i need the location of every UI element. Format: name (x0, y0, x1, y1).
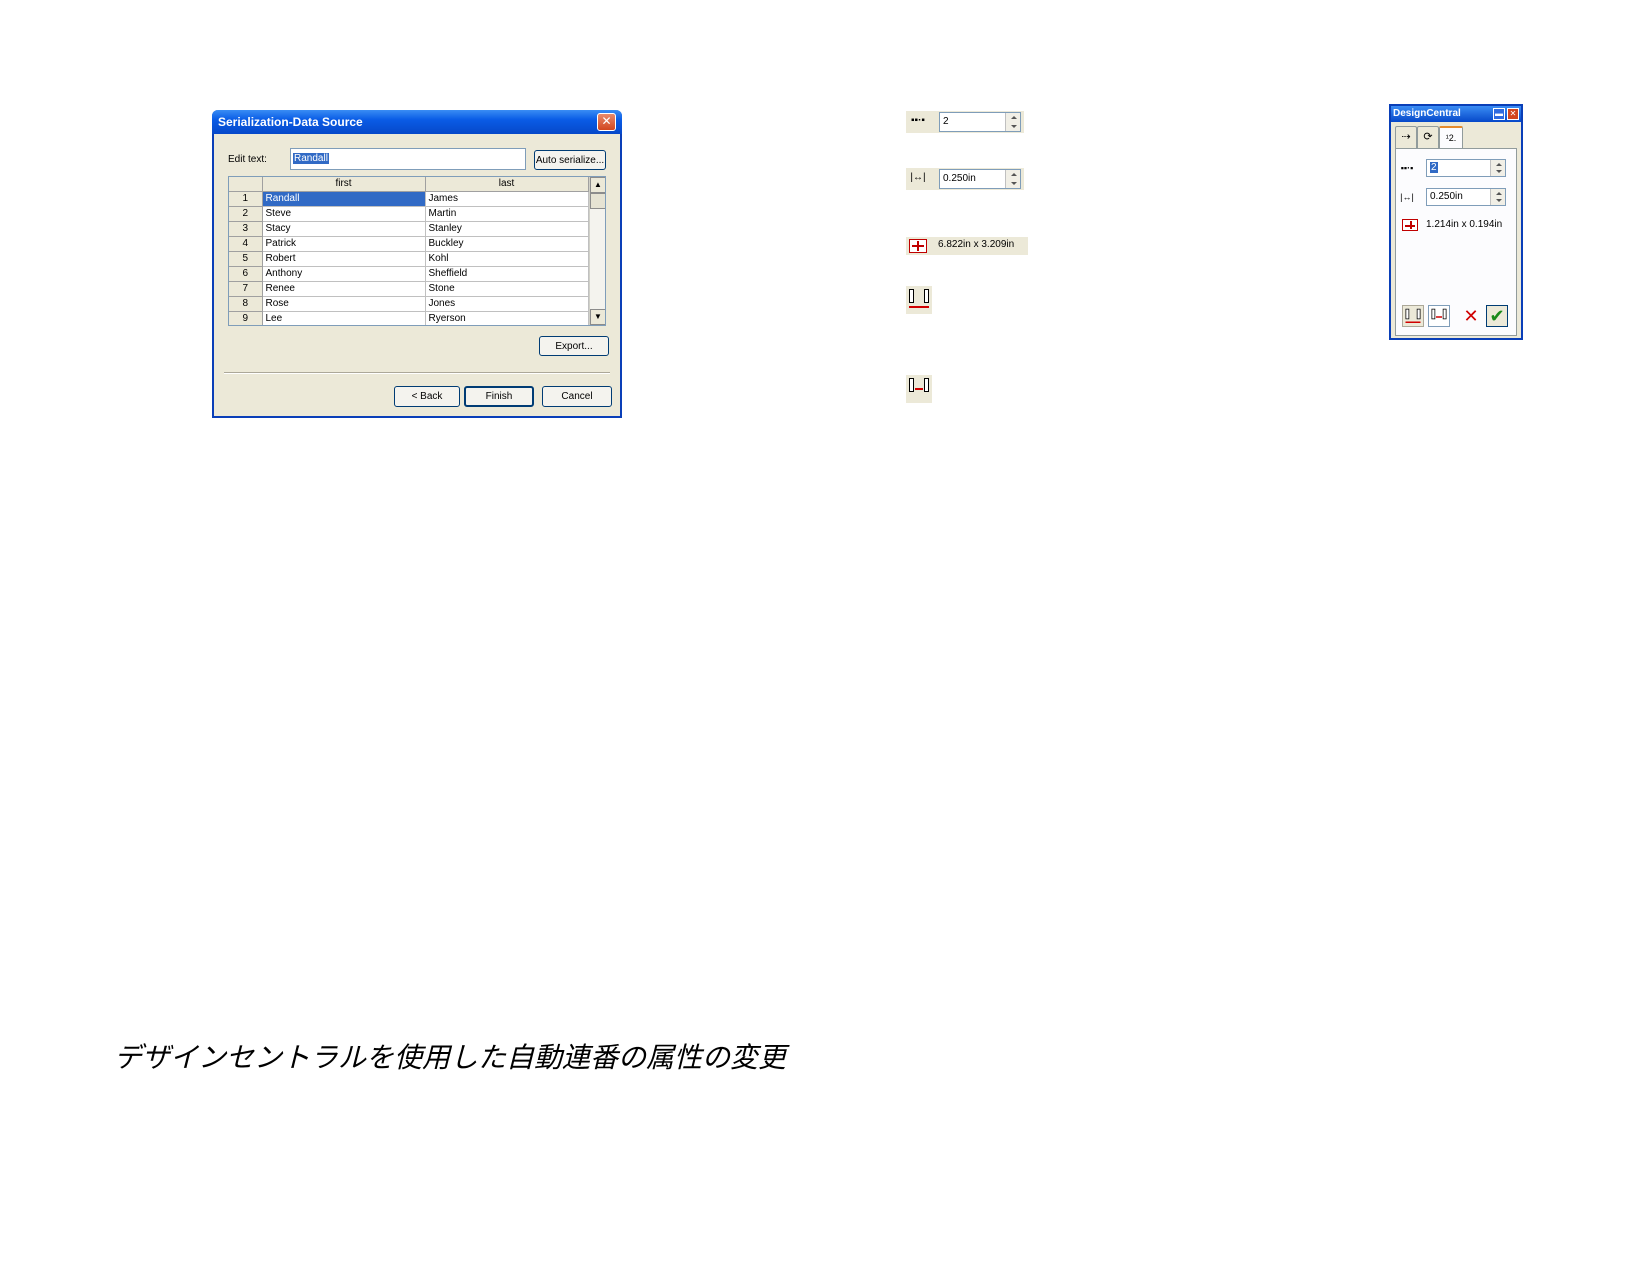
row-number[interactable]: 6 (229, 266, 263, 282)
cell-last[interactable]: Jones (425, 296, 589, 312)
dc-count-value: 2 (1430, 162, 1438, 173)
spacing-spin-arrows[interactable] (1005, 170, 1020, 188)
design-central-body: ▪▪·▪ 2 |↔| 0.250in 1.214in x 0.194in ✕ ✔ (1395, 148, 1517, 336)
table-row[interactable]: 7 Renee Stone (229, 281, 589, 297)
row-number[interactable]: 5 (229, 251, 263, 267)
rotate-tab-icon[interactable]: ⟳ (1417, 126, 1439, 148)
dc-spacing-spin-arrows[interactable] (1490, 189, 1505, 205)
grid-scrollbar[interactable]: ▲ ▼ (589, 177, 605, 325)
dialog-close-button[interactable]: ✕ (597, 113, 616, 131)
dc-size-readout: 1.214in x 0.194in (1426, 219, 1503, 230)
row-number[interactable]: 9 (229, 311, 263, 325)
table-row[interactable]: 5 Robert Kohl (229, 251, 589, 267)
spacing-icon: |↔| (910, 172, 926, 183)
count-spin-arrows[interactable] (1005, 113, 1020, 131)
dc-count-spin-arrows[interactable] (1490, 160, 1505, 176)
scroll-down-button[interactable]: ▼ (590, 309, 605, 325)
serialize-tab-icon[interactable]: ¹2. (1439, 126, 1463, 149)
grid-corner (229, 177, 263, 192)
dc-size-icon (1402, 219, 1418, 231)
row-number[interactable]: 8 (229, 296, 263, 312)
table-row[interactable]: 6 Anthony Sheffield (229, 266, 589, 282)
serialization-dialog: Serialization-Data Source ✕ Edit text: R… (212, 110, 622, 418)
export-button[interactable]: Export... (539, 336, 609, 356)
cell-last[interactable]: Ryerson (425, 311, 589, 325)
cell-last[interactable]: Sheffield (425, 266, 589, 282)
edit-text-label: Edit text: (228, 154, 267, 165)
table-row[interactable]: 9 Lee Ryerson (229, 311, 589, 325)
cell-last[interactable]: Stanley (425, 221, 589, 237)
cell-last[interactable]: Buckley (425, 236, 589, 252)
count-value: 2 (943, 116, 949, 127)
column-header-last[interactable]: last (425, 177, 589, 192)
data-grid[interactable]: first last 1 Randall James 2 Steve Martin 3 Sta… (228, 176, 606, 326)
row-number[interactable]: 3 (229, 221, 263, 237)
dc-count-icon: ▪▪·▪ (1400, 163, 1414, 173)
move-tab-icon[interactable]: ⇢ (1395, 126, 1417, 148)
table-row[interactable]: 1 Randall James (229, 191, 589, 207)
minimize-icon[interactable]: ▬ (1493, 108, 1505, 120)
count-toolbar: ▪▪·▪ 2 (906, 111, 1024, 133)
cell-last[interactable]: James (425, 191, 589, 207)
gap-inner-button[interactable] (1428, 305, 1450, 327)
row-number[interactable]: 2 (229, 206, 263, 222)
back-button[interactable]: < Back (394, 386, 460, 407)
cell-first[interactable]: Anthony (262, 266, 426, 282)
count-spinner[interactable]: 2 (939, 112, 1021, 132)
table-row[interactable]: 8 Rose Jones (229, 296, 589, 312)
dc-spacing-spinner[interactable]: 0.250in (1426, 188, 1506, 206)
dc-spacing-value: 0.250in (1430, 191, 1463, 202)
apply-check-icon[interactable]: ✔ (1486, 305, 1508, 327)
table-row[interactable]: 4 Patrick Buckley (229, 236, 589, 252)
close-icon[interactable]: ✕ (1507, 108, 1519, 120)
cell-first[interactable]: Robert (262, 251, 426, 267)
dialog-separator (224, 372, 610, 374)
size-readout: 6.822in x 3.209in (938, 239, 1015, 250)
dialog-title: Serialization-Data Source (212, 110, 622, 134)
cell-last[interactable]: Kohl (425, 251, 589, 267)
column-header-first[interactable]: first (262, 177, 426, 192)
row-number[interactable]: 4 (229, 236, 263, 252)
table-row[interactable]: 3 Stacy Stanley (229, 221, 589, 237)
cell-last[interactable]: Martin (425, 206, 589, 222)
gap-outer-icon[interactable] (906, 286, 932, 314)
table-row[interactable]: 2 Steve Martin (229, 206, 589, 222)
cell-first[interactable]: Randall (262, 191, 426, 207)
cell-first[interactable]: Renee (262, 281, 426, 297)
scroll-up-button[interactable]: ▲ (590, 177, 605, 193)
cancel-button[interactable]: Cancel (542, 386, 612, 407)
spacing-value: 0.250in (943, 173, 976, 184)
cell-first[interactable]: Steve (262, 206, 426, 222)
cell-first[interactable]: Patrick (262, 236, 426, 252)
edit-text-input[interactable]: Randall (290, 148, 526, 170)
cell-first[interactable]: Lee (262, 311, 426, 325)
count-icon: ▪▪·▪ (911, 115, 925, 126)
gap-inner-icon[interactable] (906, 375, 932, 403)
gap-outer-button[interactable] (1402, 305, 1424, 327)
edit-text-value: Randall (293, 153, 329, 164)
spacing-spinner[interactable]: 0.250in (939, 169, 1021, 189)
cancel-x-icon[interactable]: ✕ (1460, 305, 1482, 327)
size-icon (909, 239, 927, 253)
cell-last[interactable]: Stone (425, 281, 589, 297)
row-number[interactable]: 1 (229, 191, 263, 207)
finish-button[interactable]: Finish (464, 386, 534, 407)
cell-first[interactable]: Rose (262, 296, 426, 312)
scroll-thumb[interactable] (590, 193, 605, 209)
dc-spacing-icon: |↔| (1400, 192, 1414, 202)
spacing-toolbar: |↔| 0.250in (906, 168, 1024, 190)
page-caption: デザインセントラルを使用した自動連番の属性の変更 (114, 1042, 787, 1073)
size-toolbar: 6.822in x 3.209in (906, 237, 1028, 255)
row-number[interactable]: 7 (229, 281, 263, 297)
design-central-panel: DesignCentral ▬ ✕ ⇢ ⟳ ¹2. ▪▪·▪ 2 |↔| 0.2… (1389, 104, 1523, 340)
dc-count-spinner[interactable]: 2 (1426, 159, 1506, 177)
auto-serialize-button[interactable]: Auto serialize... (534, 150, 606, 170)
cell-first[interactable]: Stacy (262, 221, 426, 237)
